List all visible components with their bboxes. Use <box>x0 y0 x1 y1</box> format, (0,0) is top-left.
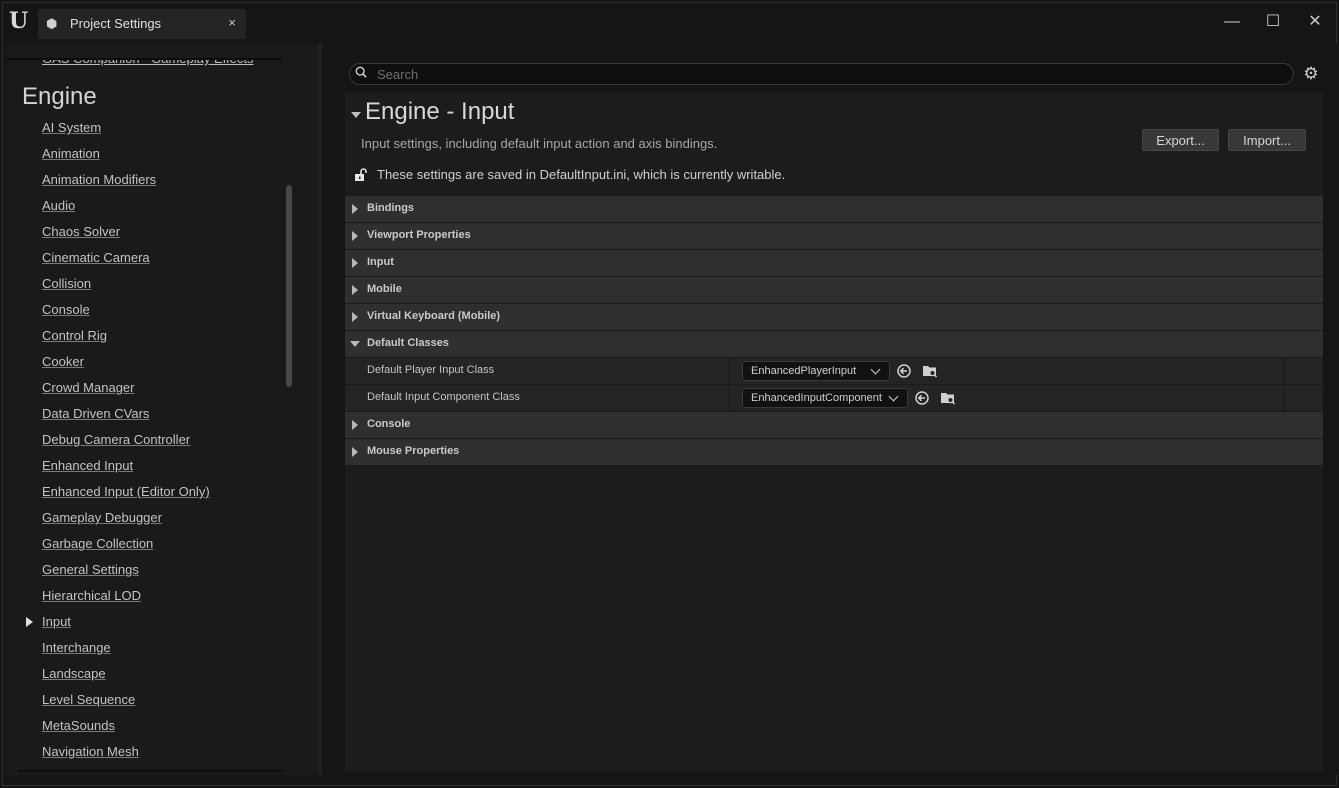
nav-item-garbage-collection[interactable]: Garbage Collection <box>42 535 210 561</box>
column-divider <box>1283 385 1284 411</box>
window-frame: U ⬢ Project Settings × — ☐ ✕ GAS Compani… <box>2 2 1337 786</box>
category-list: Bindings Viewport Properties Input Mobil… <box>345 196 1323 466</box>
nav-item-animation-modifiers[interactable]: Animation Modifiers <box>42 171 210 197</box>
nav-item-hierarchical-lod[interactable]: Hierarchical LOD <box>42 587 210 613</box>
minimize-button[interactable]: — <box>1219 11 1245 33</box>
dropdown-value: EnhancedPlayerInput <box>751 365 857 377</box>
browse-folder-icon[interactable] <box>922 363 938 379</box>
search-box[interactable] <box>349 63 1294 85</box>
expand-arrow-icon <box>352 258 358 268</box>
nav-item-animation[interactable]: Animation <box>42 145 210 171</box>
category-virtual-keyboard[interactable]: Virtual Keyboard (Mobile) <box>345 304 1323 331</box>
nav-item-input[interactable]: Input <box>26 613 210 639</box>
property-name: Default Input Component Class <box>367 391 520 403</box>
nav-item-general-settings[interactable]: General Settings <box>42 561 210 587</box>
category-mouse-properties[interactable]: Mouse Properties <box>345 439 1323 466</box>
nav-item-navigation-mesh[interactable]: Navigation Mesh <box>42 743 210 769</box>
nav-bottom-edge <box>18 770 282 772</box>
column-divider[interactable] <box>729 385 730 411</box>
reset-arrow-icon[interactable] <box>914 390 930 406</box>
nav-item-chaos-solver[interactable]: Chaos Solver <box>42 223 210 249</box>
property-name: Default Player Input Class <box>367 364 495 376</box>
property-row-default-player-input-class: Default Player Input Class EnhancedPlaye… <box>345 358 1323 385</box>
category-console[interactable]: Console <box>345 412 1323 439</box>
settings-nav: GAS Companion - Gameplay Effects Engine … <box>6 43 318 775</box>
chevron-down-icon <box>888 391 899 402</box>
nav-item-console[interactable]: Console <box>42 301 210 327</box>
search-input[interactable] <box>377 66 1277 82</box>
nav-heading-engine: Engine <box>22 83 97 110</box>
column-divider[interactable] <box>729 358 730 384</box>
category-bindings[interactable]: Bindings <box>345 196 1323 223</box>
player-input-class-dropdown[interactable]: EnhancedPlayerInput <box>742 361 890 381</box>
category-label: Virtual Keyboard (Mobile) <box>367 310 501 322</box>
section-title: Engine - Input <box>365 98 515 125</box>
property-row-default-input-component-class: Default Input Component Class EnhancedIn… <box>345 385 1323 412</box>
tab-close-icon[interactable]: × <box>228 15 236 30</box>
category-viewport-properties[interactable]: Viewport Properties <box>345 223 1323 250</box>
settings-cube-icon: ⬢ <box>46 16 58 31</box>
category-default-classes[interactable]: Default Classes <box>345 331 1323 358</box>
expand-arrow-icon <box>352 204 358 214</box>
nav-item-ai-system[interactable]: AI System <box>42 119 210 145</box>
nav-item-control-rig[interactable]: Control Rig <box>42 327 210 353</box>
reset-arrow-icon[interactable] <box>896 363 912 379</box>
nav-item-enhanced-input[interactable]: Enhanced Input <box>42 457 210 483</box>
config-saved-note: These settings are saved in DefaultInput… <box>377 167 786 182</box>
nav-item-metasounds[interactable]: MetaSounds <box>42 717 210 743</box>
expand-arrow-icon <box>352 312 358 322</box>
nav-item-list: AI System Animation Animation Modifiers … <box>26 119 210 769</box>
dropdown-value: EnhancedInputComponent <box>751 392 882 404</box>
nav-item-landscape[interactable]: Landscape <box>42 665 210 691</box>
nav-item-enhanced-input-editor[interactable]: Enhanced Input (Editor Only) <box>42 483 210 509</box>
details-panel: ⚙ Engine - Input Input settings, includi… <box>325 43 1337 775</box>
expand-arrow-icon <box>352 285 358 295</box>
nav-item-cooker[interactable]: Cooker <box>42 353 210 379</box>
collapse-arrow-icon <box>350 341 360 347</box>
browse-folder-icon[interactable] <box>940 390 956 406</box>
settings-content: Engine - Input Input settings, including… <box>345 93 1323 771</box>
nav-item-crowd-manager[interactable]: Crowd Manager <box>42 379 210 405</box>
nav-scroll-mask <box>6 43 282 60</box>
category-label: Mobile <box>367 283 402 295</box>
category-label: Default Classes <box>367 337 449 349</box>
category-label: Bindings <box>367 202 415 214</box>
gear-icon[interactable]: ⚙ <box>1302 65 1320 83</box>
maximize-button[interactable]: ☐ <box>1260 11 1286 33</box>
nav-item-data-driven-cvars[interactable]: Data Driven CVars <box>42 405 210 431</box>
nav-item-cinematic-camera[interactable]: Cinematic Camera <box>42 249 210 275</box>
tab-project-settings[interactable]: ⬢ Project Settings × <box>38 9 246 39</box>
close-window-button[interactable]: ✕ <box>1302 11 1328 33</box>
nav-item-collision[interactable]: Collision <box>42 275 210 301</box>
unlock-icon[interactable] <box>354 168 368 182</box>
expand-arrow-icon <box>352 420 358 430</box>
category-input[interactable]: Input <box>345 250 1323 277</box>
nav-scrollbar[interactable] <box>286 185 292 387</box>
nav-item-gameplay-debugger[interactable]: Gameplay Debugger <box>42 509 210 535</box>
import-button[interactable]: Import... <box>1228 129 1306 151</box>
nav-item-debug-camera-controller[interactable]: Debug Camera Controller <box>42 431 210 457</box>
category-mobile[interactable]: Mobile <box>345 277 1323 304</box>
chevron-down-icon <box>870 364 881 375</box>
section-collapse-arrow-icon[interactable] <box>351 112 361 118</box>
category-label: Input <box>367 256 394 268</box>
expand-arrow-icon <box>352 231 358 241</box>
category-label: Mouse Properties <box>367 445 460 457</box>
nav-item-interchange[interactable]: Interchange <box>42 639 210 665</box>
category-label: Viewport Properties <box>367 229 471 241</box>
panel-splitter[interactable] <box>318 43 322 775</box>
nav-item-audio[interactable]: Audio <box>42 197 210 223</box>
title-bar: U ⬢ Project Settings × — ☐ ✕ <box>3 3 1336 43</box>
expand-arrow-icon <box>352 447 358 457</box>
input-component-class-dropdown[interactable]: EnhancedInputComponent <box>742 388 908 408</box>
section-description: Input settings, including default input … <box>361 136 718 151</box>
category-label: Console <box>367 418 411 430</box>
column-divider <box>1283 358 1284 384</box>
export-button[interactable]: Export... <box>1142 129 1219 151</box>
unreal-logo-icon[interactable]: U <box>9 8 33 34</box>
search-icon <box>355 66 367 78</box>
nav-item-level-sequence[interactable]: Level Sequence <box>42 691 210 717</box>
tab-title: Project Settings <box>70 16 162 31</box>
